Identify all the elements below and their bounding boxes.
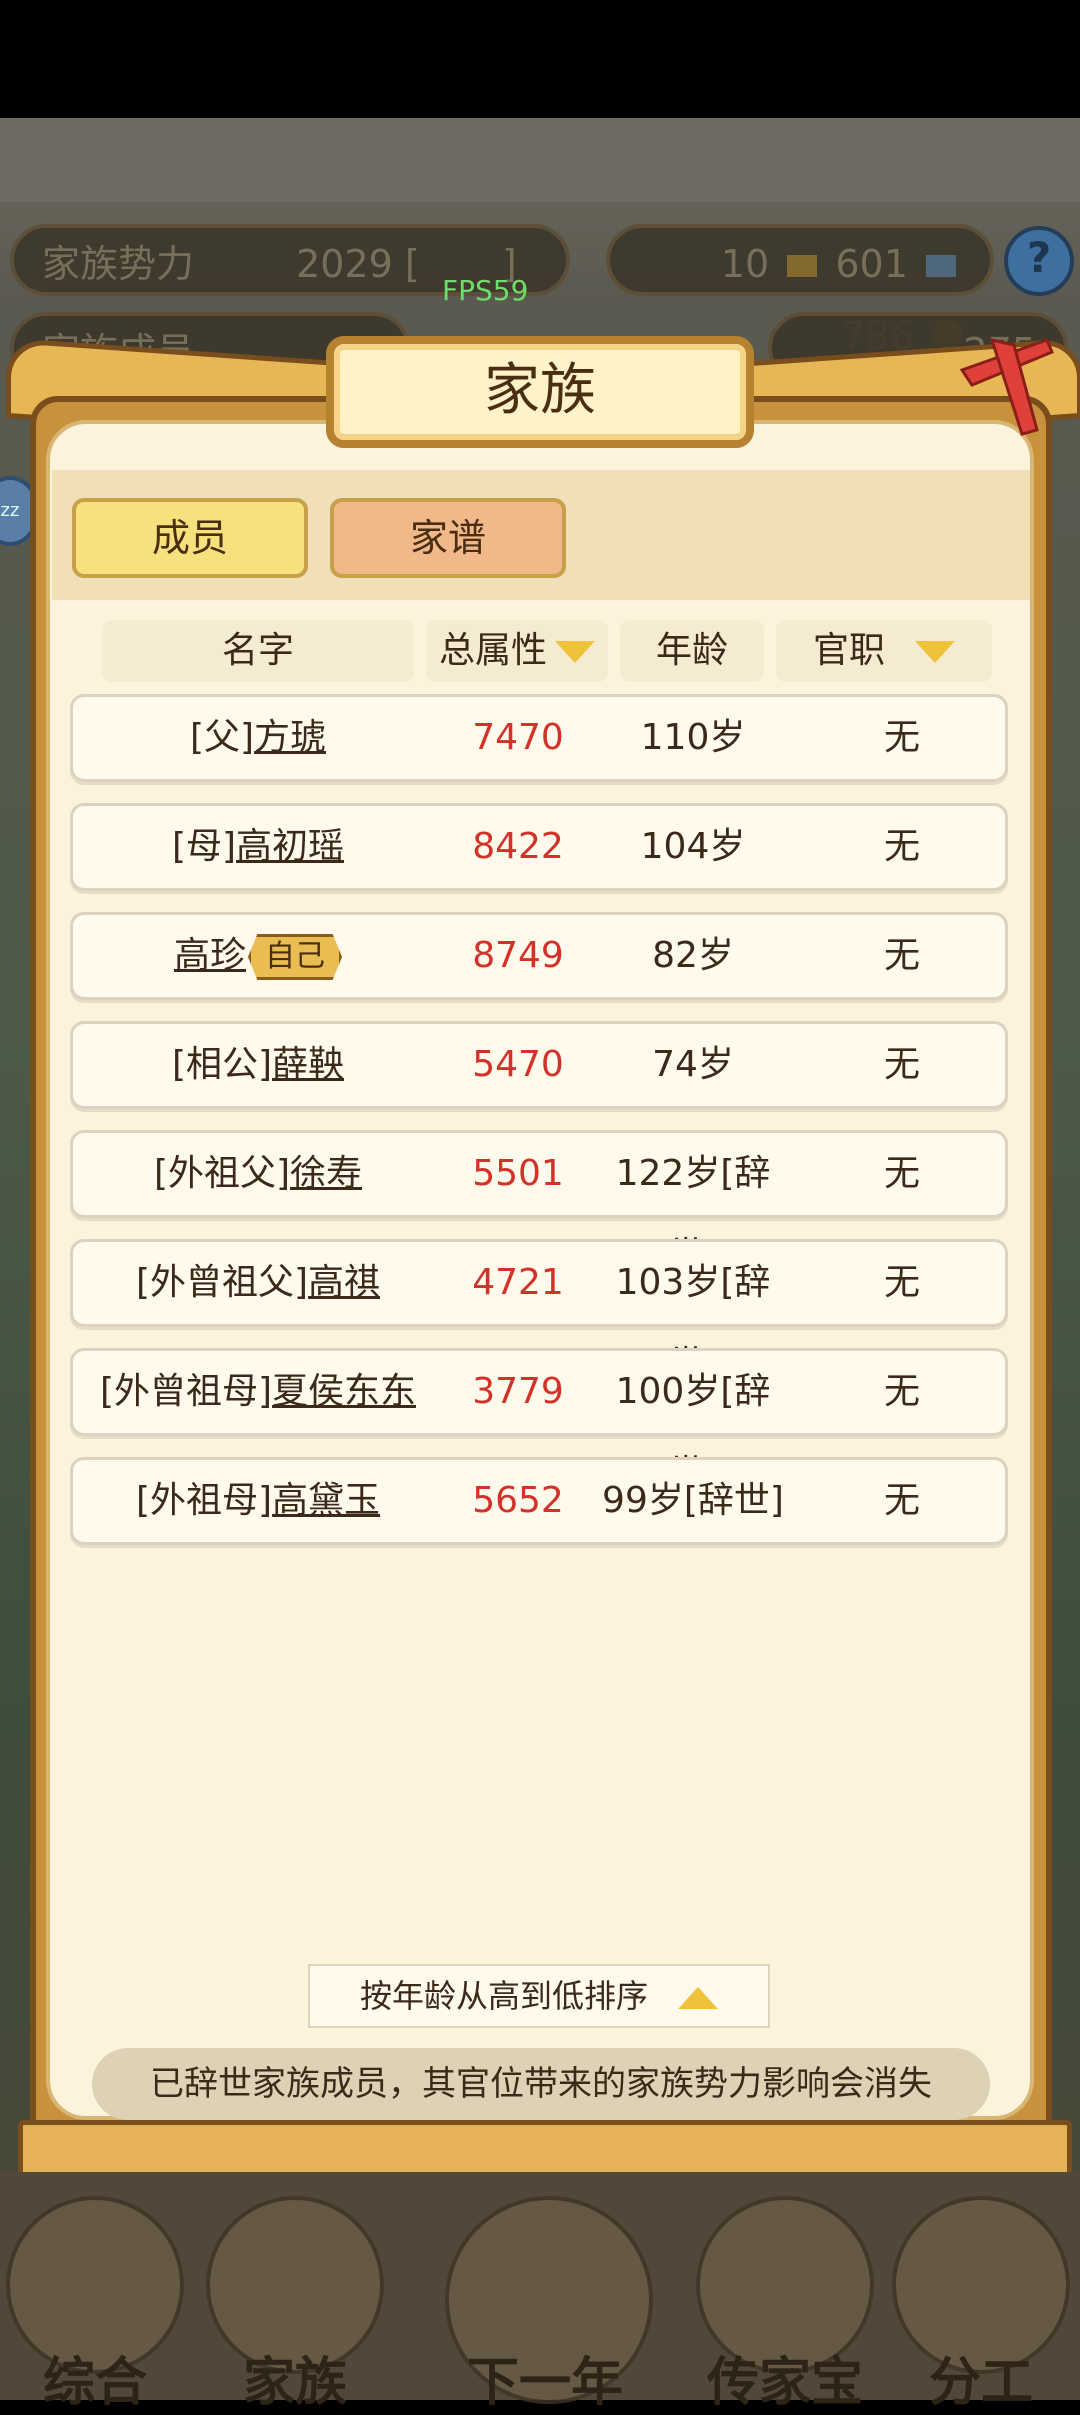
column-header-name: 名字	[102, 620, 414, 682]
member-office: 无	[883, 826, 920, 867]
member-age: 110岁	[640, 717, 746, 758]
nav-item-next-year[interactable]: 下一年	[445, 2196, 653, 2413]
member-relation: [相公]	[171, 1044, 273, 1085]
column-header-office[interactable]: 官职	[776, 620, 992, 682]
sort-up-icon	[678, 1987, 718, 2009]
member-name-link[interactable]: 薛鞅	[272, 1044, 344, 1085]
member-relation: [母]	[171, 826, 237, 867]
nav-item-division[interactable]: 分工	[886, 2196, 1076, 2413]
member-office: 无	[883, 1044, 920, 1085]
member-total-attr: 5470	[472, 1044, 564, 1085]
member-office: 无	[883, 935, 920, 976]
table-row[interactable]: [外曾祖父]高祺 4721 103岁[辞世] 无	[70, 1239, 1008, 1385]
nav-item-heirloom[interactable]: 传家宝	[690, 2196, 880, 2413]
member-relation: [外曾祖母]	[99, 1371, 273, 1412]
table-row[interactable]: [父]方琥 7470 110岁 无	[70, 694, 1008, 782]
member-total-attr: 8422	[472, 826, 564, 867]
member-name-link[interactable]: 徐寿	[290, 1153, 362, 1194]
table-row[interactable]: [相公]薛鞅 5470 74岁 无	[70, 1021, 1008, 1109]
nav-item-overview[interactable]: 综合	[0, 2196, 190, 2413]
member-office: 无	[883, 1262, 920, 1303]
currency-value-1: 10	[720, 242, 770, 286]
sort-down-icon	[555, 641, 595, 663]
member-name-link[interactable]: 高祺	[308, 1262, 380, 1303]
member-office: 无	[883, 1153, 920, 1194]
family-power-label: 家族势力	[42, 242, 195, 286]
column-header-age-label: 年龄	[655, 630, 728, 671]
member-total-attr: 7470	[472, 717, 564, 758]
table-row[interactable]: 高珍 自己 8749 82岁 无	[70, 912, 1008, 1000]
nav-label: 综合	[42, 2353, 147, 2413]
close-button[interactable]	[952, 330, 1062, 440]
table-row[interactable]: [外祖父]徐寿 5501 122岁[辞世] 无	[70, 1130, 1008, 1276]
status-bar	[0, 0, 1080, 118]
member-name-link[interactable]: 高珍	[174, 935, 246, 976]
member-name-cell: [父]方琥	[73, 697, 443, 779]
member-relation: [外曾祖父]	[135, 1262, 309, 1303]
column-header-name-label: 名字	[221, 630, 294, 671]
member-name-link[interactable]: 高黛玉	[272, 1480, 380, 1521]
member-name-cell: [母]高初瑶	[73, 806, 443, 888]
filter-down-icon	[915, 641, 955, 663]
gold-ingot-icon	[787, 255, 818, 277]
column-header-age[interactable]: 年龄	[620, 620, 764, 682]
fps-counter: FPS59	[442, 274, 529, 307]
member-age: 103岁[辞世]	[615, 1262, 771, 1385]
currency-value-2: 601	[835, 242, 908, 286]
member-age: 74岁	[652, 1044, 734, 1085]
member-total-attr: 3779	[472, 1371, 564, 1412]
top-band	[0, 118, 1080, 202]
member-office: 无	[883, 717, 920, 758]
deceased-notice: 已辞世家族成员，其官位带来的家族势力影响会消失	[92, 2048, 990, 2120]
nav-label: 下一年	[466, 2353, 623, 2413]
member-name-cell: [外祖母]高黛玉	[73, 1460, 443, 1542]
sort-order-label: 按年龄从高到低排序	[359, 1977, 648, 2015]
member-total-attr: 5652	[472, 1480, 564, 1521]
sort-order-button[interactable]: 按年龄从高到低排序	[308, 1964, 770, 2028]
nav-label: 传家宝	[706, 2353, 863, 2413]
member-office: 无	[883, 1480, 920, 1521]
member-relation: [父]	[189, 717, 255, 758]
nav-item-family[interactable]: 家族	[200, 2196, 390, 2413]
table-row[interactable]: [母]高初瑶 8422 104岁 无	[70, 803, 1008, 891]
member-name-cell: [外曾祖父]高祺	[73, 1242, 443, 1324]
nav-label: 分工	[928, 2353, 1033, 2413]
member-name-cell: 高珍 自己	[73, 915, 443, 997]
member-total-attr: 4721	[472, 1262, 564, 1303]
member-relation: [外祖父]	[153, 1153, 291, 1194]
member-relation: [外祖母]	[135, 1480, 273, 1521]
table-row[interactable]: [外祖母]高黛玉 5652 99岁[辞世] 无	[70, 1457, 1008, 1545]
member-name-link[interactable]: 方琥	[254, 717, 326, 758]
member-age: 100岁[辞世]	[615, 1371, 771, 1494]
member-name-cell: [外曾祖母]夏侯东东	[73, 1351, 443, 1433]
table-row[interactable]: [外曾祖母]夏侯东东 3779 100岁[辞世] 无	[70, 1348, 1008, 1494]
family-power-value: 2029 [	[296, 242, 420, 286]
member-total-attr: 5501	[472, 1153, 564, 1194]
member-age: 99岁[辞世]	[602, 1480, 784, 1521]
dialog-title: 家族	[326, 336, 754, 448]
member-age: 82岁	[652, 935, 734, 976]
self-badge: 自己	[248, 934, 342, 980]
member-age: 104岁	[640, 826, 746, 867]
member-name-cell: [相公]薛鞅	[73, 1024, 443, 1106]
member-name-cell: [外祖父]徐寿	[73, 1133, 443, 1215]
tab-members[interactable]: 成员	[72, 498, 308, 578]
member-age: 122岁[辞世]	[615, 1153, 771, 1276]
nav-label: 家族	[242, 2353, 347, 2413]
column-header-total-attr-label: 总属性	[438, 630, 547, 671]
close-icon	[959, 337, 1054, 436]
help-button[interactable]: ?	[1004, 226, 1074, 296]
member-office: 无	[883, 1371, 920, 1412]
tab-genealogy[interactable]: 家谱	[330, 498, 566, 578]
member-name-link[interactable]: 高初瑶	[236, 826, 344, 867]
column-header-total-attr[interactable]: 总属性	[426, 620, 608, 682]
currency-pill: 10 601 786	[606, 224, 994, 358]
member-total-attr: 8749	[472, 935, 564, 976]
column-header-office-label: 官职	[812, 630, 885, 671]
silver-ingot-icon	[926, 255, 956, 277]
member-name-link[interactable]: 夏侯东东	[272, 1371, 416, 1412]
